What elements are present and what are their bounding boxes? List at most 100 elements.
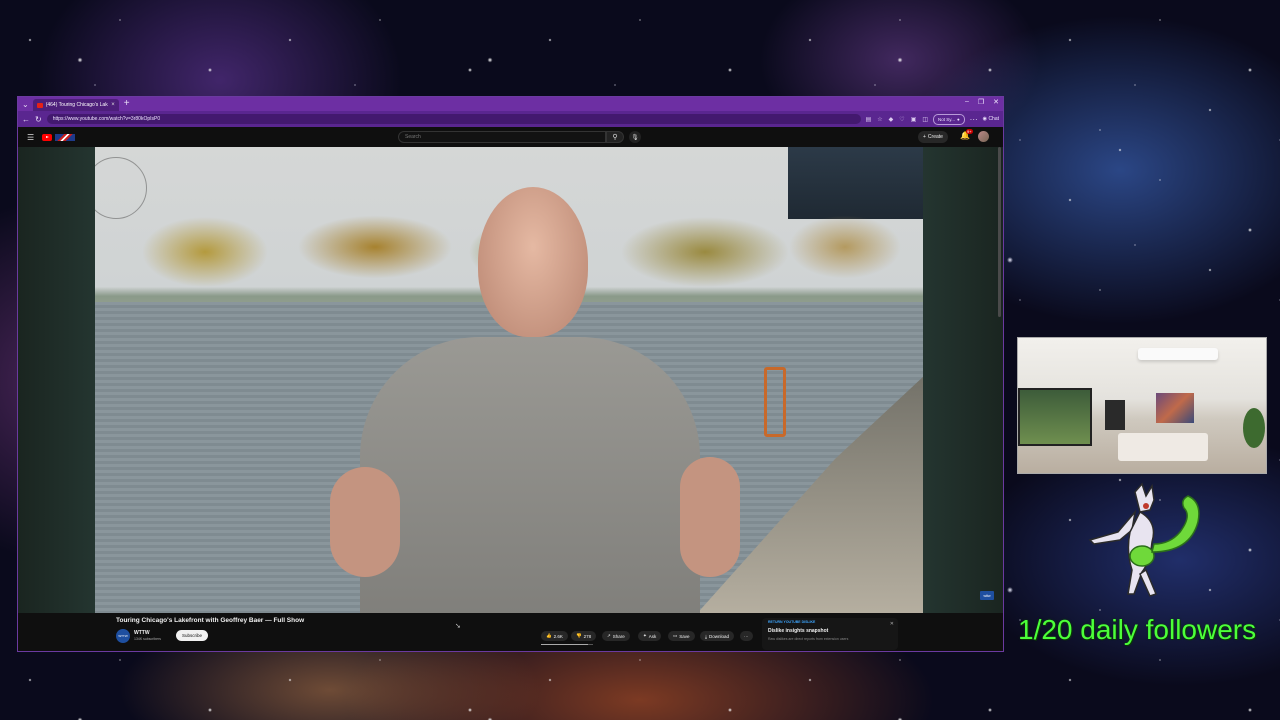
address-bar: ← ↻ https://www.youtube.com/watch?v=3r80… <box>18 111 1003 127</box>
sync-label: Not Sy... <box>938 116 955 122</box>
window-controls: – ❐ ✕ <box>965 98 999 106</box>
video-title: Touring Chicago's Lakefront with Geoffre… <box>116 617 305 624</box>
share-label: Share <box>612 633 625 639</box>
refresh-icon[interactable]: ↻ <box>35 115 42 124</box>
favorites-icon[interactable]: ♡ <box>899 116 904 123</box>
youtube-header: ☰ Search ⚲ 🎙 + Create 🔔 9+ <box>18 127 1003 147</box>
download-label: Download <box>709 633 730 639</box>
video-life-ring <box>764 367 786 437</box>
ryd-close-button[interactable]: ✕ <box>890 621 894 627</box>
presenter-left-hand <box>330 467 400 577</box>
ryd-subtext: Raw dislikes are direct reports from ext… <box>768 637 849 641</box>
bedroom-image <box>1017 337 1267 474</box>
thumbs-down-icon: 👎 <box>576 633 582 638</box>
voice-search-button[interactable]: 🎙 <box>629 131 641 143</box>
collections-icon[interactable]: ▣ <box>911 116 917 123</box>
tab-title: (464) Touring Chicago's Lakefr... <box>45 102 108 108</box>
ryd-label: RETURN YOUTUBE DISLIKE <box>768 620 816 624</box>
url-text: https://www.youtube.com/watch?v=3r80kOpI… <box>52 116 161 122</box>
room-artwork-large <box>1156 393 1194 423</box>
account-avatar[interactable] <box>978 131 989 142</box>
share-icon: ↗ <box>607 633 611 638</box>
chat-label: Chat <box>988 116 999 122</box>
extension-icons: ▤ ☆ ◆ ♡ ▣ ◫ <box>866 116 928 123</box>
ambient-right <box>923 147 1003 613</box>
room-artwork-small <box>1105 400 1125 430</box>
maximize-button[interactable]: ❐ <box>978 98 984 106</box>
return-youtube-dislike-panel: RETURN YOUTUBE DISLIKE Dislike insights … <box>762 618 898 650</box>
hamburger-menu-icon[interactable]: ☰ <box>27 133 34 142</box>
thumbs-up-icon: 👍 <box>546 633 552 638</box>
like-count: 2.6K <box>553 633 563 639</box>
doodle-flag-icon <box>55 133 76 141</box>
search-input[interactable]: Search <box>398 131 606 143</box>
tab-list-icon[interactable]: ⌄ <box>22 100 29 109</box>
url-field[interactable]: https://www.youtube.com/watch?v=3r80kOpI… <box>46 114 861 124</box>
youtube-play-icon <box>42 133 53 141</box>
save-icon: ▭ <box>673 633 678 638</box>
browser-window: ⌄ (464) Touring Chicago's Lakefr... × + … <box>17 96 1004 652</box>
tab-youtube[interactable]: (464) Touring Chicago's Lakefr... × <box>32 99 119 111</box>
like-ratio-bar <box>541 644 593 645</box>
pixel-creature-sprite <box>1088 482 1200 597</box>
ask-button[interactable]: ✦ Ask <box>638 631 662 641</box>
video-area: wttw <box>18 147 1003 613</box>
youtube-logo[interactable] <box>42 133 76 141</box>
download-button[interactable]: ⤓ Download <box>700 631 735 641</box>
channel-name[interactable]: WTTW <box>134 630 150 636</box>
download-icon: ⤓ <box>705 633 707 639</box>
ambient-left <box>18 147 95 613</box>
search-icon: ⚲ <box>612 134 618 141</box>
like-button[interactable]: 👍 2.6K <box>541 631 568 641</box>
video-player[interactable] <box>95 147 923 613</box>
create-label: Create <box>927 134 943 140</box>
save-label: Save <box>679 633 690 639</box>
plus-icon: + <box>923 134 926 140</box>
copilot-chat-button[interactable]: ◉ Chat <box>983 116 999 122</box>
like-ratio-fill <box>541 644 588 645</box>
create-button[interactable]: + Create <box>918 131 948 143</box>
subscriber-count: 134K subscribers <box>134 637 162 641</box>
search-placeholder: Search <box>405 134 421 140</box>
browser-menu-icon[interactable]: ··· <box>970 115 978 124</box>
daily-followers-overlay: 1/20 daily followers <box>1018 614 1257 645</box>
video-presenter <box>330 187 750 613</box>
room-plant <box>1243 408 1265 448</box>
presenter-head <box>478 187 588 337</box>
room-window <box>1018 388 1092 446</box>
close-window-button[interactable]: ✕ <box>993 98 999 106</box>
profile-avatar-icon: ● <box>956 116 960 122</box>
split-screen-icon[interactable]: ◫ <box>922 116 928 123</box>
save-button[interactable]: ▭ Save <box>668 631 695 641</box>
more-actions-button[interactable]: ··· <box>740 631 753 641</box>
page-scrollbar[interactable] <box>998 147 1001 317</box>
video-info: Touring Chicago's Lakefront with Geoffre… <box>18 613 1003 651</box>
mouse-cursor-icon: ➘ <box>455 623 461 630</box>
profile-sync-button[interactable]: Not Sy... ● <box>933 113 965 125</box>
dislike-count: 278 <box>583 633 592 639</box>
tab-bar: ⌄ (464) Touring Chicago's Lakefr... × + … <box>18 97 1003 111</box>
search-button[interactable]: ⚲ <box>606 131 624 143</box>
new-tab-button[interactable]: + <box>124 99 130 109</box>
read-mode-icon[interactable]: ▤ <box>866 116 872 123</box>
room-bed <box>1118 433 1208 461</box>
subscribe-button[interactable]: Subscribe <box>176 630 209 641</box>
extension-icon[interactable]: ◆ <box>889 116 894 123</box>
channel-watermark[interactable]: wttw <box>980 591 994 600</box>
notification-count-badge: 9+ <box>966 129 973 134</box>
presenter-shirt <box>360 337 700 613</box>
mic-icon: 🎙 <box>631 134 639 141</box>
room-ceiling-light <box>1138 348 1218 360</box>
bookmark-icon[interactable]: ☆ <box>877 116 882 123</box>
minimize-button[interactable]: – <box>965 98 969 106</box>
ask-label: Ask <box>648 633 657 639</box>
youtube-favicon-icon <box>36 102 43 108</box>
channel-avatar[interactable]: WTTW <box>116 629 130 643</box>
sparkle-icon: ✦ <box>643 633 647 638</box>
back-icon[interactable]: ← <box>22 115 30 124</box>
presenter-right-hand <box>680 457 740 577</box>
share-button[interactable]: ↗ Share <box>602 631 630 641</box>
dislike-button[interactable]: 👎 278 <box>571 631 597 641</box>
tab-close-icon[interactable]: × <box>111 102 115 108</box>
ryd-heading: Dislike insights snapshot <box>768 628 829 634</box>
